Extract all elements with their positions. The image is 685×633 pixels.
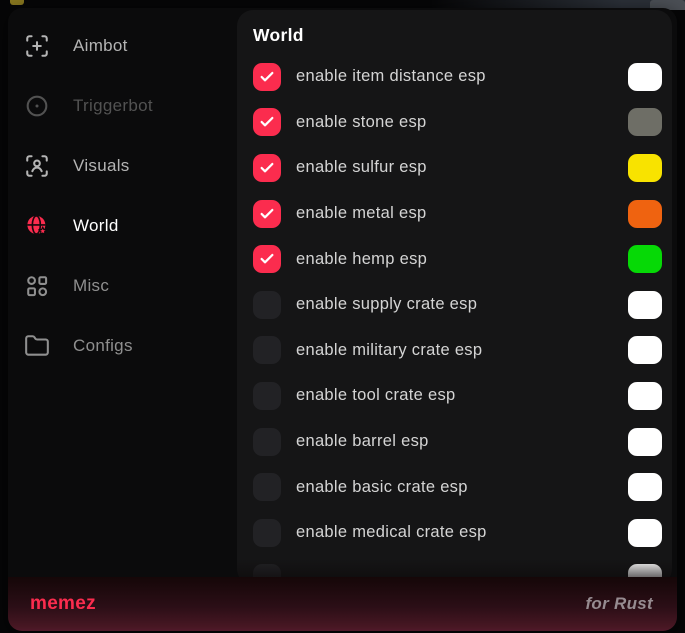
sidebar-item-world[interactable]: World	[8, 196, 237, 256]
esp-label: enable metal esp	[296, 204, 426, 223]
color-swatch[interactable]	[628, 519, 662, 547]
sidebar-item-label: Visuals	[73, 156, 130, 176]
esp-row: enable medical crate esp	[237, 510, 672, 556]
esp-row: enable item distance esp	[237, 54, 672, 100]
globe-star-icon	[24, 213, 50, 239]
esp-row: enable military crate esp	[237, 328, 672, 374]
shapes-grid-icon	[24, 273, 50, 299]
sidebar-item-label: Aimbot	[73, 36, 128, 56]
user-scan-icon	[24, 153, 50, 179]
color-swatch[interactable]	[628, 108, 662, 136]
esp-label: enable barrel esp	[296, 432, 429, 451]
sidebar-item-label: Misc	[73, 276, 109, 296]
esp-row: enable metal esp	[237, 191, 672, 237]
esp-checkbox[interactable]	[253, 519, 281, 547]
color-swatch[interactable]	[628, 245, 662, 273]
esp-checkbox[interactable]	[253, 473, 281, 501]
esp-label: enable supply crate esp	[296, 295, 477, 314]
esp-label: enable hemp esp	[296, 250, 427, 269]
background-artifact	[10, 0, 24, 5]
esp-checkbox[interactable]	[253, 200, 281, 228]
color-swatch[interactable]	[628, 473, 662, 501]
esp-label: enable sulfur esp	[296, 158, 427, 177]
color-swatch[interactable]	[628, 382, 662, 410]
color-swatch[interactable]	[628, 336, 662, 364]
esp-row: enable tool crate esp	[237, 373, 672, 419]
esp-checkbox[interactable]	[253, 63, 281, 91]
esp-label: enable stone esp	[296, 113, 426, 132]
sidebar-item-label: World	[73, 216, 119, 236]
sidebar: Aimbot Triggerbot Visuals World Misc Configs	[8, 8, 237, 577]
world-panel: World enable item distance esp enable sto…	[237, 10, 672, 585]
aimbot-scan-plus-icon	[24, 33, 50, 59]
esp-checkbox[interactable]	[253, 245, 281, 273]
esp-label: enable tool crate esp	[296, 386, 456, 405]
esp-row: enable supply crate esp	[237, 282, 672, 328]
esp-row: enable barrel esp	[237, 419, 672, 465]
color-swatch[interactable]	[628, 428, 662, 456]
folder-icon	[24, 333, 50, 359]
trigger-circle-dot-icon	[24, 93, 50, 119]
settings-list: enable item distance esp enable stone esp…	[237, 54, 672, 585]
esp-label: enable medical crate esp	[296, 523, 487, 542]
esp-row: enable hemp esp	[237, 236, 672, 282]
brand-name: memez	[30, 593, 96, 615]
esp-row: enable stone esp	[237, 100, 672, 146]
screen: AimbotTriggerbotVisualsWorldMiscConfigs …	[0, 0, 685, 633]
sidebar-item-aimbot[interactable]: Aimbot	[8, 16, 237, 76]
cheat-window: AimbotTriggerbotVisualsWorldMiscConfigs …	[8, 8, 677, 631]
esp-checkbox[interactable]	[253, 336, 281, 364]
esp-checkbox[interactable]	[253, 428, 281, 456]
sidebar-item-triggerbot[interactable]: Triggerbot	[8, 76, 237, 136]
esp-row: enable basic crate esp	[237, 464, 672, 510]
esp-checkbox[interactable]	[253, 108, 281, 136]
esp-label: enable basic crate esp	[296, 478, 468, 497]
sidebar-item-misc[interactable]: Misc	[8, 256, 237, 316]
esp-label: enable item distance esp	[296, 67, 486, 86]
color-swatch[interactable]	[628, 63, 662, 91]
color-swatch[interactable]	[628, 291, 662, 319]
brand-tagline: for Rust	[585, 594, 653, 614]
panel-title: World	[237, 10, 672, 45]
esp-checkbox[interactable]	[253, 291, 281, 319]
footer-bar: memez for Rust	[8, 577, 677, 631]
esp-label: enable military crate esp	[296, 341, 482, 360]
color-swatch[interactable]	[628, 154, 662, 182]
sidebar-item-visuals[interactable]: Visuals	[8, 136, 237, 196]
color-swatch[interactable]	[628, 200, 662, 228]
esp-checkbox[interactable]	[253, 154, 281, 182]
sidebar-item-label: Configs	[73, 336, 133, 356]
esp-checkbox[interactable]	[253, 382, 281, 410]
esp-row: enable sulfur esp	[237, 145, 672, 191]
sidebar-item-configs[interactable]: Configs	[8, 316, 237, 376]
sidebar-item-label: Triggerbot	[73, 96, 153, 116]
